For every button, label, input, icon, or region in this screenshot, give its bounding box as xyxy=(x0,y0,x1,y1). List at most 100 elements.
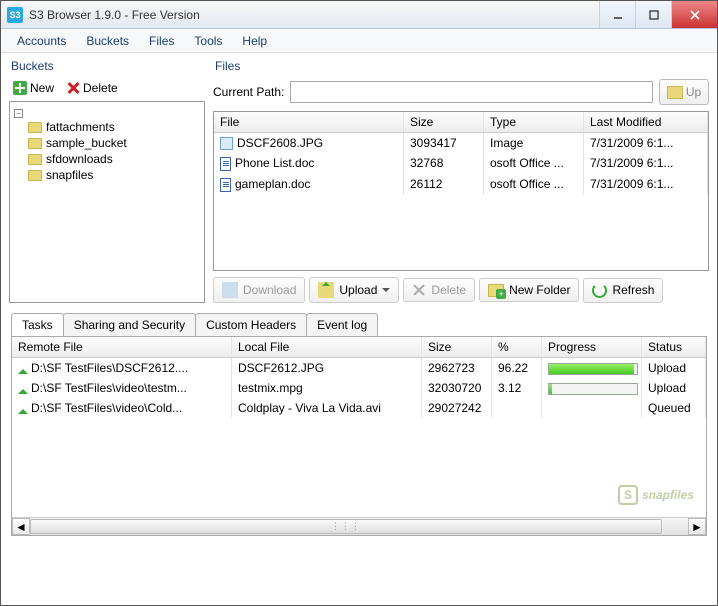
task-status: Queued xyxy=(642,398,706,418)
upload-arrow-icon xyxy=(18,364,28,374)
new-folder-label: New Folder xyxy=(509,283,570,297)
delete-bucket-label: Delete xyxy=(83,81,118,95)
file-name: Phone List.doc xyxy=(235,156,314,170)
new-folder-button[interactable]: New Folder xyxy=(479,278,579,302)
task-pct: 3.12 xyxy=(492,378,542,398)
file-row[interactable]: DSCF2608.JPG 3093417 Image 7/31/2009 6:1… xyxy=(214,133,708,153)
bucket-item[interactable]: snapfiles xyxy=(14,167,200,183)
menu-accounts[interactable]: Accounts xyxy=(7,31,76,51)
buckets-label: Buckets xyxy=(9,57,205,77)
doc-file-icon xyxy=(220,178,231,192)
refresh-button[interactable]: Refresh xyxy=(583,278,663,303)
download-label: Download xyxy=(243,283,296,297)
upload-arrow-icon xyxy=(18,384,28,394)
tree-root[interactable]: − xyxy=(14,108,200,119)
col-type[interactable]: Type xyxy=(484,112,584,132)
task-local: Coldplay - Viva La Vida.avi xyxy=(232,398,422,418)
file-name: DSCF2608.JPG xyxy=(237,136,323,150)
download-icon xyxy=(222,282,238,298)
file-name: gameplan.doc xyxy=(235,177,310,191)
col-percent[interactable]: % xyxy=(492,337,542,357)
col-local[interactable]: Local File xyxy=(232,337,422,357)
task-size: 32030720 xyxy=(422,378,492,398)
bottom-tabstrip: Tasks Sharing and Security Custom Header… xyxy=(1,303,717,336)
dropdown-caret-icon xyxy=(382,288,390,296)
watermark-icon: S xyxy=(618,485,638,505)
menubar: Accounts Buckets Files Tools Help xyxy=(1,29,717,53)
scroll-track[interactable]: ⋮⋮⋮ xyxy=(30,518,688,535)
delete-label: Delete xyxy=(431,283,466,297)
upload-label: Upload xyxy=(339,283,377,297)
up-button[interactable]: Up xyxy=(659,79,709,105)
file-size: 26112 xyxy=(404,174,484,195)
file-row[interactable]: gameplan.doc 26112 osoft Office ... 7/31… xyxy=(214,174,708,195)
watermark: S snapfiles xyxy=(618,485,694,505)
file-type: Image xyxy=(484,133,584,153)
refresh-icon xyxy=(592,283,607,298)
horizontal-scrollbar[interactable]: ◄ ⋮⋮⋮ ► xyxy=(12,517,706,535)
menu-help[interactable]: Help xyxy=(232,31,277,51)
bucket-item[interactable]: sfdownloads xyxy=(14,151,200,167)
path-input[interactable] xyxy=(290,81,653,103)
file-size: 3093417 xyxy=(404,133,484,153)
scroll-thumb[interactable]: ⋮⋮⋮ xyxy=(30,519,662,534)
bucket-name: sample_bucket xyxy=(46,136,127,150)
col-status[interactable]: Status xyxy=(642,337,706,357)
menu-buckets[interactable]: Buckets xyxy=(76,31,139,51)
app-icon: S3 xyxy=(7,7,23,23)
new-bucket-button[interactable]: New xyxy=(9,79,58,97)
col-remote[interactable]: Remote File xyxy=(12,337,232,357)
minimize-button[interactable] xyxy=(599,1,635,28)
file-modified: 7/31/2009 6:1... xyxy=(584,153,708,174)
task-row[interactable]: D:\SF TestFiles\DSCF2612.... DSCF2612.JP… xyxy=(12,358,706,378)
bucket-item[interactable]: fattachments xyxy=(14,119,200,135)
plus-icon xyxy=(13,81,27,95)
maximize-button[interactable] xyxy=(635,1,671,28)
file-row[interactable]: Phone List.doc 32768 osoft Office ... 7/… xyxy=(214,153,708,174)
refresh-label: Refresh xyxy=(612,283,654,297)
tasks-header: Remote File Local File Size % Progress S… xyxy=(12,337,706,358)
buckets-tree[interactable]: − fattachments sample_bucket sfdownloads… xyxy=(9,101,205,303)
task-row[interactable]: D:\SF TestFiles\video\Cold... Coldplay -… xyxy=(12,398,706,418)
task-size: 29027242 xyxy=(422,398,492,418)
bucket-name: fattachments xyxy=(46,120,115,134)
delete-bucket-button[interactable]: Delete xyxy=(62,79,122,97)
scroll-left-button[interactable]: ◄ xyxy=(12,518,30,535)
titlebar: S3 S3 Browser 1.9.0 - Free Version xyxy=(1,1,717,29)
up-label: Up xyxy=(686,85,701,99)
download-button[interactable]: Download xyxy=(213,277,305,303)
col-modified[interactable]: Last Modified xyxy=(584,112,708,132)
scroll-right-button[interactable]: ► xyxy=(688,518,706,535)
close-button[interactable] xyxy=(671,1,717,28)
col-size[interactable]: Size xyxy=(404,112,484,132)
task-pct: 96.22 xyxy=(492,358,542,378)
x-icon xyxy=(66,81,80,95)
folder-icon xyxy=(28,170,42,181)
expander-icon[interactable]: − xyxy=(14,109,23,118)
menu-tools[interactable]: Tools xyxy=(184,31,232,51)
upload-button[interactable]: Upload xyxy=(309,277,399,303)
task-size: 2962723 xyxy=(422,358,492,378)
task-row[interactable]: D:\SF TestFiles\video\testm... testmix.m… xyxy=(12,378,706,398)
file-modified: 7/31/2009 6:1... xyxy=(584,133,708,153)
tab-headers[interactable]: Custom Headers xyxy=(195,313,307,336)
file-size: 32768 xyxy=(404,153,484,174)
new-folder-icon xyxy=(488,284,504,297)
path-label: Current Path: xyxy=(213,85,284,99)
col-file[interactable]: File xyxy=(214,112,404,132)
bucket-name: snapfiles xyxy=(46,168,93,182)
menu-files[interactable]: Files xyxy=(139,31,184,51)
task-status: Upload xyxy=(642,378,706,398)
task-local: testmix.mpg xyxy=(232,378,422,398)
files-table[interactable]: File Size Type Last Modified DSCF2608.JP… xyxy=(213,111,709,271)
col-progress[interactable]: Progress xyxy=(542,337,642,357)
tab-eventlog[interactable]: Event log xyxy=(306,313,378,336)
task-remote: D:\SF TestFiles\video\Cold... xyxy=(31,401,182,415)
delete-file-button[interactable]: Delete xyxy=(403,278,475,302)
bucket-item[interactable]: sample_bucket xyxy=(14,135,200,151)
file-modified: 7/31/2009 6:1... xyxy=(584,174,708,195)
tab-sharing[interactable]: Sharing and Security xyxy=(63,313,196,336)
folder-icon xyxy=(28,138,42,149)
tab-tasks[interactable]: Tasks xyxy=(11,313,64,336)
col-task-size[interactable]: Size xyxy=(422,337,492,357)
